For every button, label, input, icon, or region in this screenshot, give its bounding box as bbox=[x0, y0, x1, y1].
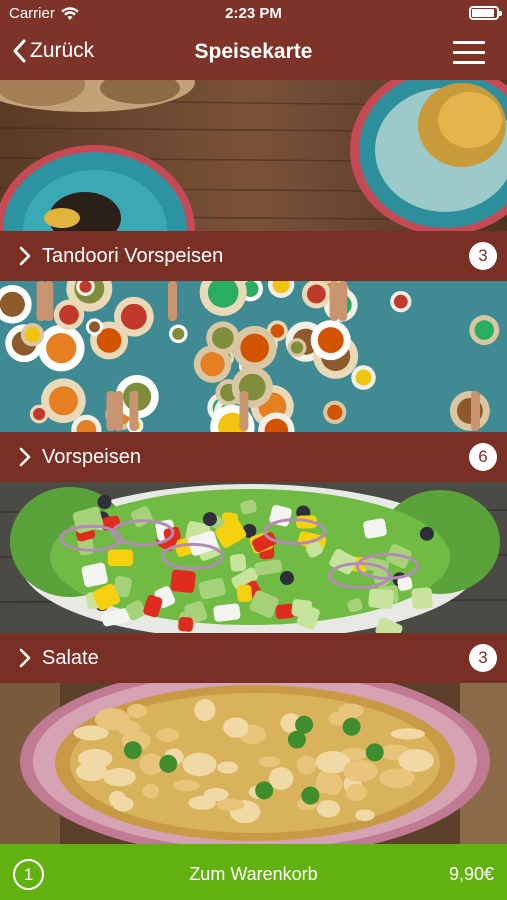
category-label: Salate bbox=[42, 646, 99, 669]
category-image-soup[interactable] bbox=[0, 683, 507, 844]
back-button[interactable]: Zurück bbox=[12, 39, 94, 63]
chevron-right-icon bbox=[14, 645, 36, 671]
hamburger-menu-icon[interactable] bbox=[453, 41, 485, 65]
status-bar: Carrier 2:23 PM bbox=[0, 0, 507, 28]
chevron-right-icon bbox=[14, 243, 36, 269]
item-count-badge: 6 bbox=[469, 443, 497, 471]
back-label: Zurück bbox=[30, 39, 95, 62]
cart-quantity-badge: 1 bbox=[13, 859, 44, 890]
cart-bar[interactable]: 1 Zum Warenkorb 9,90€ bbox=[0, 844, 507, 900]
battery-icon bbox=[469, 6, 502, 20]
category-label: Vorspeisen bbox=[42, 445, 141, 468]
item-count-badge: 3 bbox=[469, 242, 497, 270]
navigation-bar: Zurück Speisekarte bbox=[0, 28, 507, 80]
category-row-salate[interactable]: Salate 3 bbox=[0, 633, 507, 683]
category-row-tandoori-vorspeisen[interactable]: Tandoori Vorspeisen 3 bbox=[0, 231, 507, 281]
salad-image bbox=[0, 482, 507, 633]
item-count-badge: 3 bbox=[469, 644, 497, 672]
category-image-salate[interactable] bbox=[0, 482, 507, 633]
cart-total: 9,90€ bbox=[448, 864, 494, 884]
status-time: 2:23 PM bbox=[225, 5, 282, 22]
category-row-vorspeisen[interactable]: Vorspeisen 6 bbox=[0, 432, 507, 482]
top-bar: Carrier 2:23 PM Zurück Speisekarte bbox=[0, 0, 507, 80]
category-image-tandoori[interactable] bbox=[0, 80, 507, 231]
chevron-left-icon bbox=[13, 39, 26, 63]
category-label: Tandoori Vorspeisen bbox=[42, 244, 224, 267]
cart-button-label: Zum Warenkorb bbox=[189, 864, 318, 884]
soup-image bbox=[0, 683, 507, 844]
tandoori-food-image bbox=[0, 80, 507, 231]
chevron-right-icon bbox=[14, 444, 36, 470]
shared-table-food-image bbox=[0, 281, 507, 432]
category-image-vorspeisen[interactable] bbox=[0, 281, 507, 432]
